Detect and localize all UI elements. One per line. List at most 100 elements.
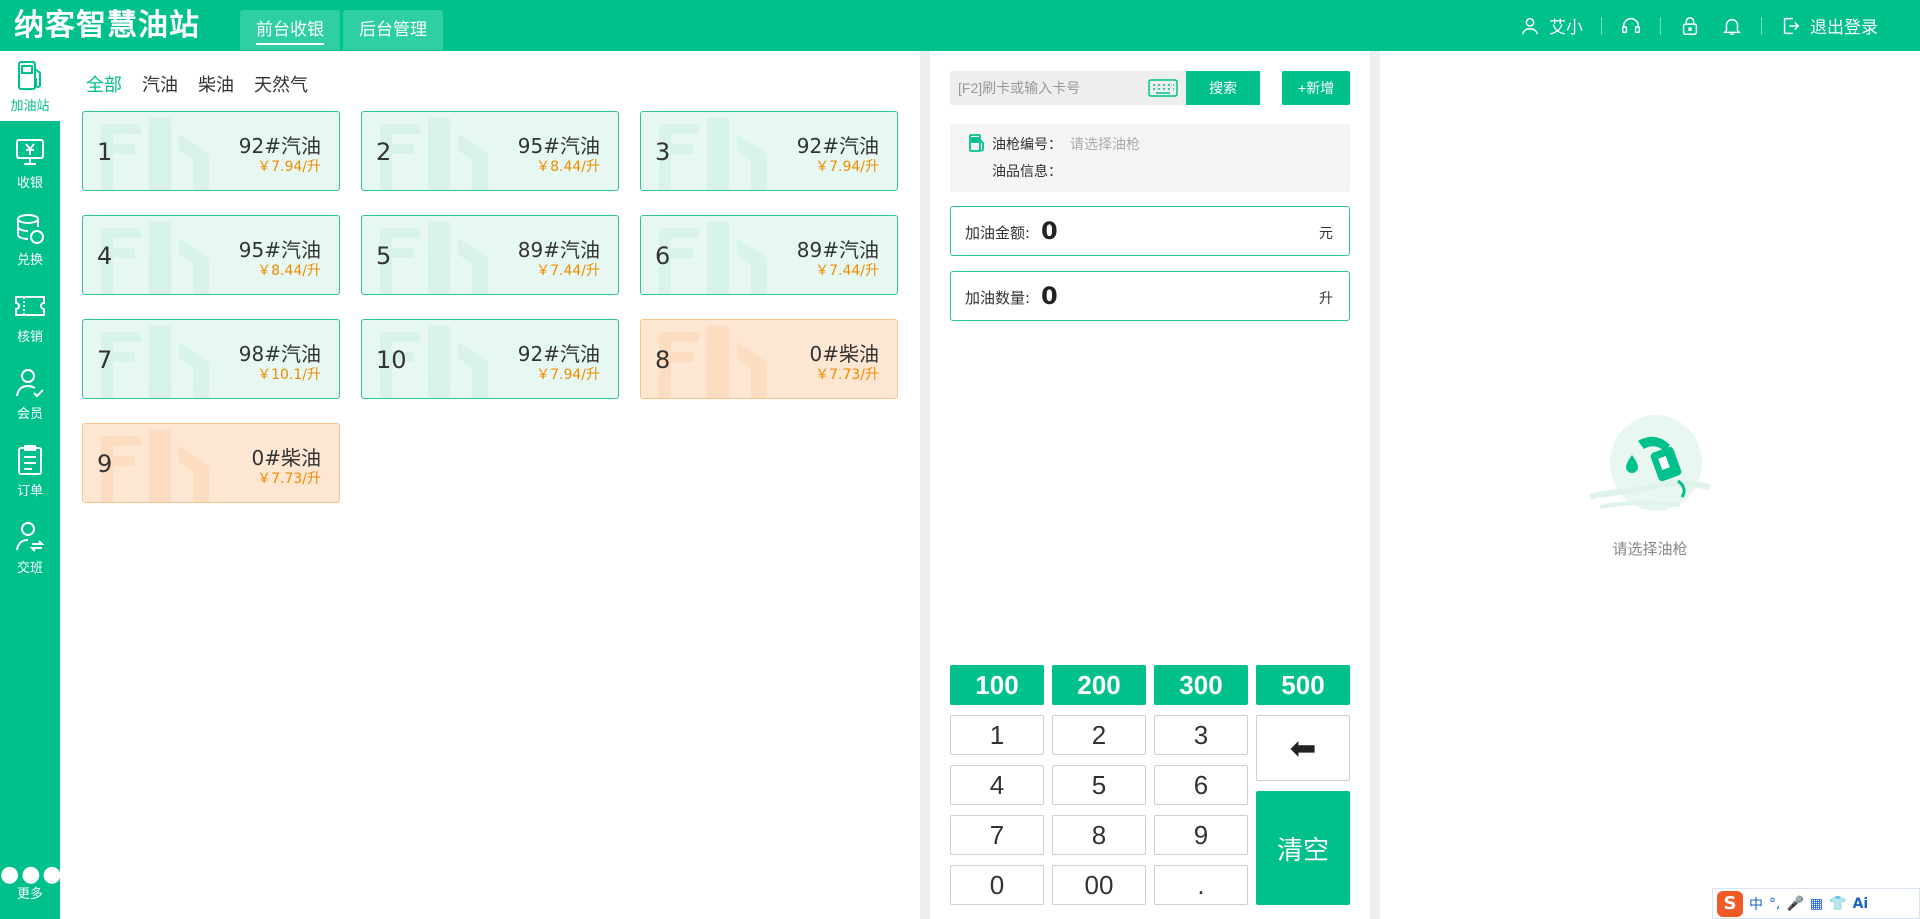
sidebar-item-verify[interactable]: 核销 <box>0 282 60 352</box>
user-menu[interactable]: 艾小 <box>1501 13 1601 38</box>
gun-info-box: 油枪编号： 请选择油枪 油品信息： <box>950 124 1350 192</box>
checkout-panel: 搜索 +新增 油枪编号： 请选择油枪 油品信息： 加油金额: 0 元 加油数量: … <box>930 51 1370 919</box>
notification-button[interactable] <box>1711 15 1761 37</box>
gun-number: 7 <box>97 346 113 374</box>
keypad-5[interactable]: 5 <box>1052 765 1146 805</box>
fuel-watermark-icon <box>659 118 767 190</box>
quick-amount-200[interactable]: 200 <box>1052 665 1146 705</box>
skin-icon[interactable]: 👕 <box>1829 896 1846 912</box>
card-search-box <box>950 71 1186 105</box>
gun-fuel-type: 89#汽油 <box>517 238 600 262</box>
microphone-icon[interactable]: 🎤 <box>1786 896 1803 912</box>
logout-label: 退出登录 <box>1810 18 1878 38</box>
gun-price: ￥8.44/升 <box>257 263 321 279</box>
gun-number: 5 <box>376 242 392 270</box>
sidebar: 加油站 收银 兑换 核销 会员 订单 交班 ●●● 更多 <box>0 51 62 919</box>
gun-card[interactable]: 3 92#汽油 ￥7.94/升 <box>640 111 898 191</box>
oil-info-row: 油品信息： <box>992 161 1062 181</box>
filter-tab-all[interactable]: 全部 <box>86 71 122 97</box>
ime-ai[interactable]: Ai <box>1853 896 1869 912</box>
search-button[interactable]: 搜索 <box>1186 71 1260 105</box>
gun-card[interactable]: 9 0#柴油 ￥7.73/升 <box>82 423 340 503</box>
gun-card[interactable]: 4 95#汽油 ￥8.44/升 <box>82 215 340 295</box>
bell-icon <box>1722 18 1742 35</box>
sidebar-item-order[interactable]: 订单 <box>0 436 60 506</box>
detail-panel: 请选择油枪 <box>1380 51 1920 919</box>
sidebar-item-gas-station[interactable]: 加油站 <box>0 51 60 121</box>
panel-divider <box>1370 51 1380 919</box>
keypad-8[interactable]: 8 <box>1052 815 1146 855</box>
quick-amount-300[interactable]: 300 <box>1154 665 1248 705</box>
filter-tab-diesel[interactable]: 柴油 <box>198 71 234 97</box>
keypad-3[interactable]: 3 <box>1154 715 1248 755</box>
ime-punct[interactable]: °, <box>1769 896 1780 912</box>
tab-backend-management[interactable]: 后台管理 <box>343 10 443 50</box>
gun-number: 9 <box>97 450 113 478</box>
logout-button[interactable]: 退出登录 <box>1762 13 1896 38</box>
ime-logo-icon: S <box>1717 890 1743 917</box>
gun-card[interactable]: 10 92#汽油 ￥7.94/升 <box>361 319 619 399</box>
sidebar-item-exchange[interactable]: 兑换 <box>0 205 60 275</box>
gas-pump-small-icon <box>969 134 984 152</box>
gun-card[interactable]: 7 98#汽油 ￥10.1/升 <box>82 319 340 399</box>
gun-fuel-type: 0#柴油 <box>809 342 879 366</box>
panel-divider <box>920 51 930 919</box>
gun-number-placeholder: 请选择油枪 <box>1070 137 1140 153</box>
sidebar-item-cashier[interactable]: 收银 <box>0 128 60 198</box>
lock-icon <box>1682 16 1698 35</box>
ime-toolbar[interactable]: S 中 °, 🎤 ▦ 👕 Ai <box>1712 888 1920 919</box>
keypad-4[interactable]: 4 <box>950 765 1044 805</box>
shift-icon <box>16 522 45 552</box>
gun-price: ￥7.73/升 <box>257 471 321 487</box>
gun-price: ￥7.94/升 <box>536 367 600 383</box>
amount-value: 0 <box>1041 217 1058 245</box>
keyboard-small-icon[interactable]: ▦ <box>1810 896 1823 912</box>
app-logo: 纳客智慧油站 <box>14 8 200 43</box>
top-bar: 纳客智慧油站 前台收银 后台管理 艾小 退出登录 <box>0 0 1920 51</box>
amount-field[interactable]: 加油金额: 0 元 <box>950 206 1350 256</box>
quantity-field[interactable]: 加油数量: 0 升 <box>950 271 1350 321</box>
backspace-button[interactable]: ⬅ <box>1256 715 1350 781</box>
gun-fuel-type: 92#汽油 <box>517 342 600 366</box>
sidebar-more[interactable]: ●●● 更多 <box>0 863 62 915</box>
keypad-dot[interactable]: . <box>1154 865 1248 905</box>
gun-number-label: 油枪编号： <box>992 137 1062 153</box>
lock-button[interactable] <box>1661 15 1711 37</box>
ime-mode[interactable]: 中 <box>1749 894 1763 914</box>
gun-card[interactable]: 8 0#柴油 ￥7.73/升 <box>640 319 898 399</box>
gun-number: 2 <box>376 138 392 166</box>
card-search-input[interactable] <box>958 71 1138 105</box>
sidebar-item-shift[interactable]: 交班 <box>0 513 60 583</box>
quick-amount-500[interactable]: 500 <box>1256 665 1350 705</box>
keypad-0[interactable]: 0 <box>950 865 1044 905</box>
gun-card[interactable]: 6 89#汽油 ￥7.44/升 <box>640 215 898 295</box>
user-name: 艾小 <box>1549 18 1583 38</box>
gun-fuel-type: 95#汽油 <box>238 238 321 262</box>
gun-number: 10 <box>376 346 407 374</box>
sidebar-item-member[interactable]: 会员 <box>0 359 60 429</box>
gun-card[interactable]: 5 89#汽油 ￥7.44/升 <box>361 215 619 295</box>
keyboard-icon[interactable] <box>1148 79 1178 97</box>
fuel-filter-tabs: 全部 汽油 柴油 天然气 <box>86 71 308 97</box>
quantity-value: 0 <box>1041 282 1058 310</box>
add-member-button[interactable]: +新增 <box>1282 71 1350 105</box>
keypad-00[interactable]: 00 <box>1052 865 1146 905</box>
order-icon <box>18 445 42 475</box>
clear-button[interactable]: 清空 <box>1256 791 1350 905</box>
keypad-7[interactable]: 7 <box>950 815 1044 855</box>
filter-tab-gasoline[interactable]: 汽油 <box>142 71 178 97</box>
gun-number: 6 <box>655 242 671 270</box>
keypad-9[interactable]: 9 <box>1154 815 1248 855</box>
quick-amount-100[interactable]: 100 <box>950 665 1044 705</box>
keypad-2[interactable]: 2 <box>1052 715 1146 755</box>
keypad-6[interactable]: 6 <box>1154 765 1248 805</box>
gun-number: 3 <box>655 138 671 166</box>
gun-number: 8 <box>655 346 671 374</box>
gun-fuel-type: 98#汽油 <box>238 342 321 366</box>
support-button[interactable] <box>1602 15 1660 37</box>
keypad-1[interactable]: 1 <box>950 715 1044 755</box>
gun-card[interactable]: 1 92#汽油 ￥7.94/升 <box>82 111 340 191</box>
tab-front-cashier[interactable]: 前台收银 <box>240 10 340 50</box>
filter-tab-natural-gas[interactable]: 天然气 <box>254 71 308 97</box>
gun-card[interactable]: 2 95#汽油 ￥8.44/升 <box>361 111 619 191</box>
